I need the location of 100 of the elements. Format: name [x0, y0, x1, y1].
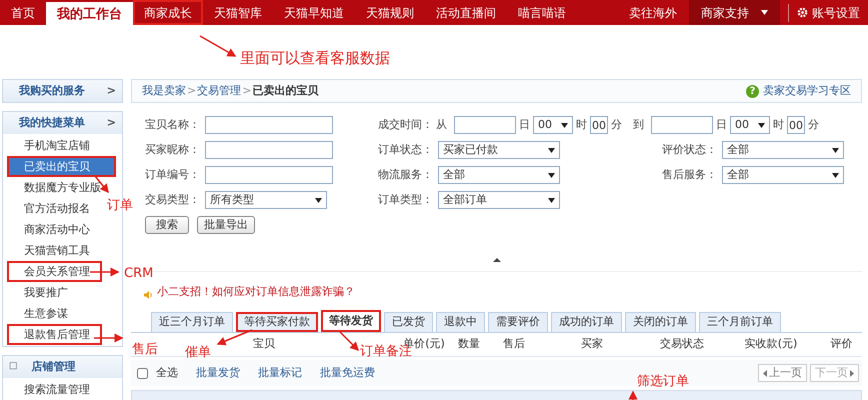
annotation-arrow — [200, 35, 236, 57]
nav-tab[interactable]: 商家成长 — [133, 0, 203, 25]
nav-tab[interactable]: 我的工作台 — [46, 2, 133, 27]
annotation-label: 订单 — [107, 197, 133, 215]
sidebar-item[interactable]: 搜索流量管理 — [7, 379, 102, 400]
order-tab[interactable]: 退款中 — [436, 312, 485, 332]
breadcrumb-link[interactable]: 交易管理 — [197, 82, 242, 100]
field-label: 买家昵称： — [145, 142, 201, 158]
dropdown-caret-icon — [548, 172, 555, 178]
column-header: 售后 — [503, 336, 525, 352]
sidebar-header[interactable]: 我购买的服务 > — [3, 80, 122, 102]
sidebar-item[interactable]: 官方活动报名 — [7, 198, 102, 219]
sidebar-item[interactable]: 手机淘宝店铺 — [7, 135, 102, 156]
dropdown-caret-icon — [548, 148, 555, 152]
bulk-action-link[interactable]: 批量免运费 — [320, 364, 375, 382]
field-label: 交易类型： — [145, 192, 201, 208]
annotation-label: 催单 — [185, 344, 211, 362]
order-tab[interactable]: 成功的订单 — [551, 312, 622, 332]
export-button[interactable]: 批量导出 — [197, 216, 255, 234]
nav-tab[interactable]: 天猫规则 — [355, 0, 425, 25]
annotation-arrow — [94, 334, 124, 342]
sidebar-item[interactable]: 已卖出的宝贝 — [7, 156, 116, 177]
column-header: 买家 — [581, 336, 603, 352]
annotation-arrow — [90, 268, 120, 276]
field-label: 订单状态： — [378, 142, 434, 158]
sidebar-item[interactable]: 退款售后管理 — [7, 324, 102, 345]
right-triangle-icon — [850, 370, 854, 376]
order-tab[interactable]: 等待发货 — [321, 310, 381, 332]
select-all-checkbox[interactable] — [137, 368, 148, 378]
notice-link[interactable]: 小二支招！如何应对订单信息泄露诈骗？ — [157, 284, 355, 300]
input-field[interactable]: 00 — [787, 116, 805, 134]
order-tab[interactable]: 等待买家付款 — [236, 312, 318, 332]
separator: > — [241, 82, 252, 99]
input-field[interactable] — [205, 116, 333, 134]
dropdown-caret-icon — [761, 10, 768, 15]
dropdown[interactable]: 全部 — [438, 166, 560, 184]
order-tab[interactable]: 已发货 — [384, 312, 433, 332]
field-label: 到 — [633, 116, 644, 133]
sidebar-item[interactable]: 数据魔方专业版 — [7, 177, 102, 198]
nav-link[interactable]: 卖往海外 — [617, 4, 689, 22]
dropdown[interactable]: 00 — [533, 116, 573, 134]
annotation-label: 筛选订单 — [637, 373, 689, 391]
column-header: 评价 — [830, 336, 852, 352]
nav-tab[interactable]: 天猫智库 — [203, 0, 273, 25]
field-label: 日 — [716, 116, 727, 133]
help-link[interactable]: 卖家交易学习专区 — [763, 82, 851, 100]
sidebar-item[interactable]: 生意参谋 — [7, 303, 102, 324]
dropdown-caret-icon — [758, 122, 765, 128]
input-field[interactable] — [651, 116, 713, 134]
dropdown-caret-icon — [548, 198, 555, 202]
input-field[interactable] — [205, 141, 333, 159]
order-tab[interactable]: 近三个月订单 — [151, 312, 233, 332]
breadcrumb-link[interactable]: 我是卖家 — [142, 82, 186, 100]
annotation-label: CRM — [124, 265, 154, 283]
left-triangle-icon — [763, 370, 767, 376]
sidebar-item[interactable]: 我要推广 — [7, 282, 102, 303]
sidebar-item[interactable]: 天猫营销工具 — [7, 240, 102, 261]
sidebar-header[interactable]: 我的快捷菜单 > — [3, 112, 122, 134]
dropdown[interactable]: 所有类型 — [205, 191, 327, 209]
collapse-icon[interactable]: □ — [9, 360, 18, 374]
account-settings-link[interactable]: 账号设置 — [788, 4, 868, 22]
field-label: 成交时间： — [378, 116, 433, 133]
field-label: 从 — [436, 116, 447, 133]
annotation-label: 售后 — [132, 341, 158, 359]
order-tab[interactable]: 三个月前订单 — [699, 312, 781, 332]
nav-tab[interactable]: 天猫早知道 — [273, 0, 355, 25]
sidebar-item[interactable]: 会员关系管理 — [7, 261, 102, 282]
separator: > — [186, 82, 197, 99]
bulk-action-link[interactable]: 批量发货 — [196, 364, 240, 382]
field-label: 日 — [519, 116, 530, 133]
order-tab[interactable]: 需要评价 — [488, 312, 548, 332]
search-button[interactable]: 搜索 — [145, 216, 189, 234]
nav-tab[interactable]: 喵言喵语 — [507, 0, 577, 25]
dropdown[interactable]: 全部 — [722, 141, 844, 159]
dropdown[interactable]: 全部 — [722, 166, 844, 184]
sidebar-header[interactable]: □ 店铺管理 — [3, 356, 122, 378]
dropdown-caret-icon — [832, 172, 839, 178]
dropdown-caret-icon — [315, 198, 322, 202]
field-label: 分 — [808, 116, 819, 133]
dropdown[interactable]: 买家已付款 — [438, 141, 560, 159]
support-menu[interactable]: 商家支持 — [689, 0, 780, 25]
column-header: 宝贝 — [253, 336, 275, 352]
sidebar-item[interactable]: 商家活动中心 — [7, 219, 102, 240]
order-tab[interactable]: 关闭的订单 — [625, 312, 696, 332]
annotation-arrow — [339, 331, 360, 352]
collapse-caret-icon[interactable] — [492, 258, 500, 262]
dropdown-caret-icon — [832, 148, 839, 152]
input-field[interactable] — [205, 166, 333, 184]
input-field[interactable]: 00 — [590, 116, 608, 134]
column-header: 交易状态 — [660, 336, 704, 352]
field-label: 物流服务： — [378, 166, 434, 183]
annotation-arrow — [628, 390, 638, 400]
field-label: 订单类型： — [378, 192, 434, 208]
dropdown[interactable]: 全部订单 — [438, 191, 560, 209]
nav-tab[interactable]: 活动直播间 — [425, 0, 507, 25]
input-field[interactable] — [454, 116, 516, 134]
dropdown[interactable]: 00 — [730, 116, 770, 134]
previous-page-button[interactable]: 上一页 — [758, 364, 807, 382]
nav-tab[interactable]: 首页 — [0, 0, 46, 25]
bulk-action-link[interactable]: 批量标记 — [258, 364, 302, 382]
